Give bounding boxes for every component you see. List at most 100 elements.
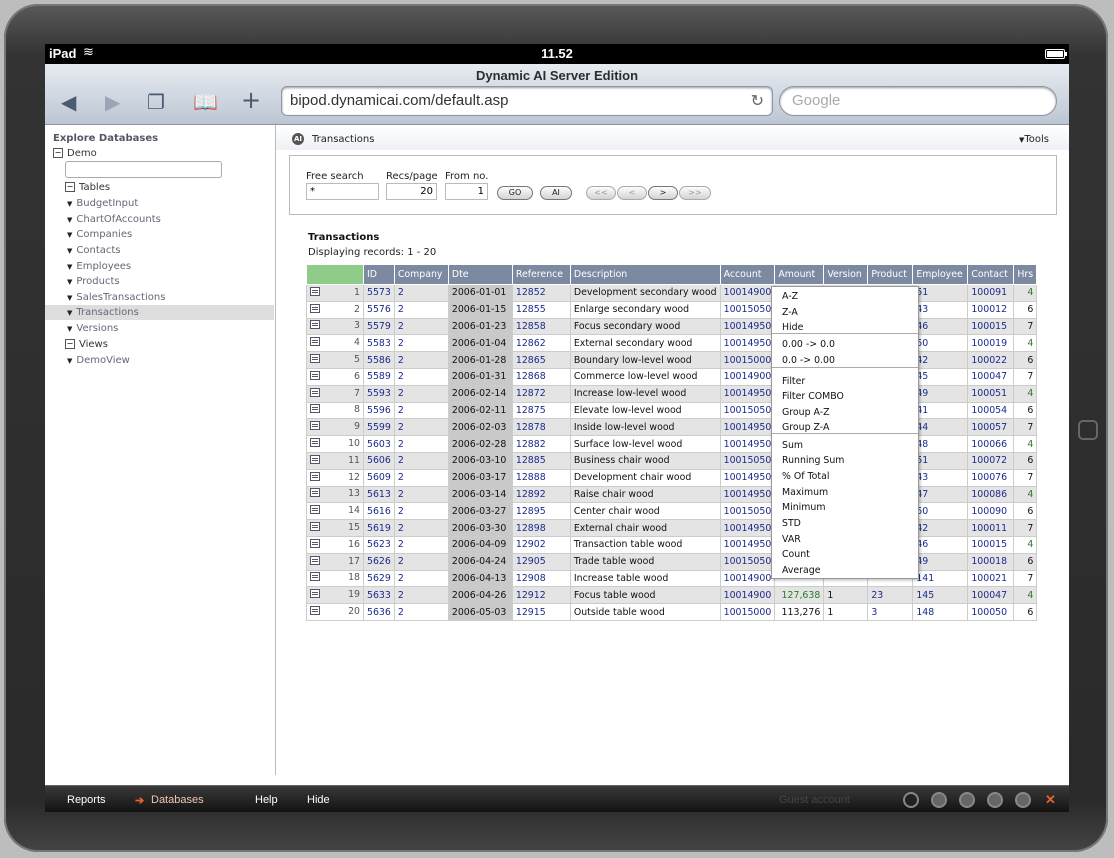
free-search-input[interactable]: * bbox=[306, 183, 379, 200]
row-detail-icon[interactable] bbox=[310, 337, 320, 347]
row-number-cell[interactable]: 8 bbox=[306, 401, 364, 420]
table-row[interactable]: 15 5619 2 2006-03-30 12898 External chair woo… bbox=[306, 519, 1038, 537]
collapse-icon[interactable]: − bbox=[65, 339, 75, 349]
tree-item-table[interactable]: ▼ ChartOfAccounts bbox=[67, 212, 161, 227]
column-header[interactable]: Employee bbox=[912, 264, 969, 285]
tree-filter-input[interactable] bbox=[65, 161, 222, 178]
cell-account[interactable]: 10014950 bbox=[719, 535, 776, 554]
cell-contact[interactable]: 100022 bbox=[967, 351, 1015, 369]
row-number-cell[interactable]: 15 bbox=[306, 519, 364, 537]
row-detail-icon[interactable] bbox=[310, 354, 320, 364]
tree-item-table[interactable]: ▼ Products bbox=[67, 274, 120, 289]
cell-employee[interactable]: 51 bbox=[912, 284, 969, 302]
context-menu-item[interactable]: VAR bbox=[782, 534, 801, 545]
table-row[interactable]: 12 5609 2 2006-03-17 12888 Development chair … bbox=[306, 468, 1038, 487]
url-field[interactable]: bipod.dynamicai.com/default.asp ↻ bbox=[281, 86, 773, 116]
row-detail-icon[interactable] bbox=[310, 589, 320, 599]
column-header[interactable]: Company bbox=[393, 264, 449, 285]
table-row[interactable]: 2 5576 2 2006-01-15 12855 Enlarge secondary w… bbox=[306, 300, 1038, 319]
row-number-cell[interactable]: 17 bbox=[306, 552, 364, 571]
cell-reference[interactable]: 12875 bbox=[511, 401, 571, 420]
table-row[interactable]: 8 5596 2 2006-02-11 12875 Elevate low-level w… bbox=[306, 401, 1038, 420]
table-row[interactable]: 5 5586 2 2006-01-28 12865 Boundary low-level … bbox=[306, 351, 1038, 369]
row-detail-icon[interactable] bbox=[310, 606, 320, 616]
table-row[interactable]: 6 5589 2 2006-01-31 12868 Commerce low-level … bbox=[306, 367, 1038, 386]
context-menu-item[interactable]: Filter COMBO bbox=[782, 391, 844, 402]
row-number-cell[interactable]: 5 bbox=[306, 351, 364, 369]
reports-link[interactable]: Reports bbox=[67, 794, 106, 806]
cell-employee[interactable]: 50 bbox=[912, 334, 969, 353]
cell-contact[interactable]: 100050 bbox=[967, 603, 1015, 621]
cell-id[interactable]: 5629 bbox=[363, 569, 395, 588]
cell-reference[interactable]: 12872 bbox=[511, 384, 571, 403]
cell-product[interactable]: 3 bbox=[867, 603, 914, 621]
context-menu-item[interactable]: Z-A bbox=[782, 307, 798, 318]
row-detail-icon[interactable] bbox=[310, 421, 320, 431]
cell-reference[interactable]: 12878 bbox=[511, 418, 571, 437]
cell-contact[interactable]: 100019 bbox=[967, 334, 1015, 353]
cell-account[interactable]: 10014900 bbox=[719, 569, 776, 588]
cell-id[interactable]: 5599 bbox=[363, 418, 395, 437]
cell-account[interactable]: 10015050 bbox=[719, 502, 776, 521]
tree-node-views[interactable]: − Views bbox=[65, 337, 108, 352]
table-row[interactable]: 18 5629 2 2006-04-13 12908 Increase table woo… bbox=[306, 569, 1038, 588]
cell-company[interactable]: 2 bbox=[393, 535, 449, 554]
circle-icon[interactable] bbox=[987, 792, 1003, 808]
table-row[interactable]: 7 5593 2 2006-02-14 12872 Increase low-level … bbox=[306, 384, 1038, 403]
context-menu-item[interactable]: 0.00 -> 0.0 bbox=[782, 339, 835, 350]
cell-id[interactable]: 5579 bbox=[363, 317, 395, 336]
context-menu-item[interactable]: Group A-Z bbox=[782, 407, 830, 418]
tools-menu[interactable]: ▼Tools bbox=[1019, 134, 1049, 145]
collapse-icon[interactable]: − bbox=[53, 148, 63, 158]
cell-reference[interactable]: 12905 bbox=[511, 552, 571, 571]
cell-contact[interactable]: 100051 bbox=[967, 384, 1015, 403]
row-detail-icon[interactable] bbox=[310, 505, 320, 515]
context-menu-item[interactable]: STD bbox=[782, 518, 801, 529]
cell-id[interactable]: 5576 bbox=[363, 300, 395, 319]
cell-company[interactable]: 2 bbox=[393, 485, 449, 504]
row-number-cell[interactable]: 9 bbox=[306, 418, 364, 437]
column-header[interactable]: Account bbox=[719, 264, 776, 285]
cell-company[interactable]: 2 bbox=[393, 284, 449, 302]
cell-reference[interactable]: 12898 bbox=[511, 519, 571, 537]
cell-employee[interactable]: 141 bbox=[912, 569, 969, 588]
cell-employee[interactable]: 51 bbox=[912, 451, 969, 470]
context-menu-item[interactable]: Sum bbox=[782, 440, 803, 451]
close-icon[interactable]: ✕ bbox=[1045, 792, 1056, 808]
row-number-cell[interactable]: 2 bbox=[306, 300, 364, 319]
cell-reference[interactable]: 12912 bbox=[511, 586, 571, 605]
context-menu-item[interactable]: % Of Total bbox=[782, 471, 829, 482]
cell-contact[interactable]: 100012 bbox=[967, 300, 1015, 319]
context-menu-item[interactable]: Average bbox=[782, 565, 821, 576]
cell-id[interactable]: 5636 bbox=[363, 603, 395, 621]
cell-company[interactable]: 2 bbox=[393, 300, 449, 319]
help-link[interactable]: Help bbox=[255, 794, 278, 806]
row-number-cell[interactable]: 14 bbox=[306, 502, 364, 521]
cell-id[interactable]: 5603 bbox=[363, 435, 395, 453]
context-menu-item[interactable]: 0.0 -> 0.00 bbox=[782, 355, 835, 366]
cell-company[interactable]: 2 bbox=[393, 552, 449, 571]
cell-contact[interactable]: 100066 bbox=[967, 435, 1015, 453]
cell-account[interactable]: 10014900 bbox=[719, 367, 776, 386]
cell-account[interactable]: 10015050 bbox=[719, 300, 776, 319]
table-row[interactable]: 9 5599 2 2006-02-03 12878 Inside low-level wo… bbox=[306, 418, 1038, 437]
cell-reference[interactable]: 12855 bbox=[511, 300, 571, 319]
forward-icon[interactable]: ▶ bbox=[105, 90, 120, 114]
next-page-button[interactable]: > bbox=[648, 186, 678, 200]
add-icon[interactable]: + bbox=[241, 86, 261, 114]
go-button[interactable]: GO bbox=[497, 186, 533, 200]
context-menu-item[interactable]: Maximum bbox=[782, 487, 828, 498]
databases-link[interactable]: Databases bbox=[151, 794, 204, 806]
cell-reference[interactable]: 12892 bbox=[511, 485, 571, 504]
cell-employee[interactable]: 48 bbox=[912, 435, 969, 453]
collapse-icon[interactable]: − bbox=[65, 182, 75, 192]
cell-contact[interactable]: 100047 bbox=[967, 586, 1015, 605]
bookmarks-icon[interactable]: 📖 bbox=[193, 90, 218, 114]
row-detail-icon[interactable] bbox=[310, 387, 320, 397]
row-detail-icon[interactable] bbox=[310, 303, 320, 313]
pages-icon[interactable]: ❐ bbox=[147, 90, 165, 114]
cell-id[interactable]: 5619 bbox=[363, 519, 395, 537]
cell-contact[interactable]: 100018 bbox=[967, 552, 1015, 571]
row-number-cell[interactable]: 1 bbox=[306, 284, 364, 302]
cell-reference[interactable]: 12882 bbox=[511, 435, 571, 453]
